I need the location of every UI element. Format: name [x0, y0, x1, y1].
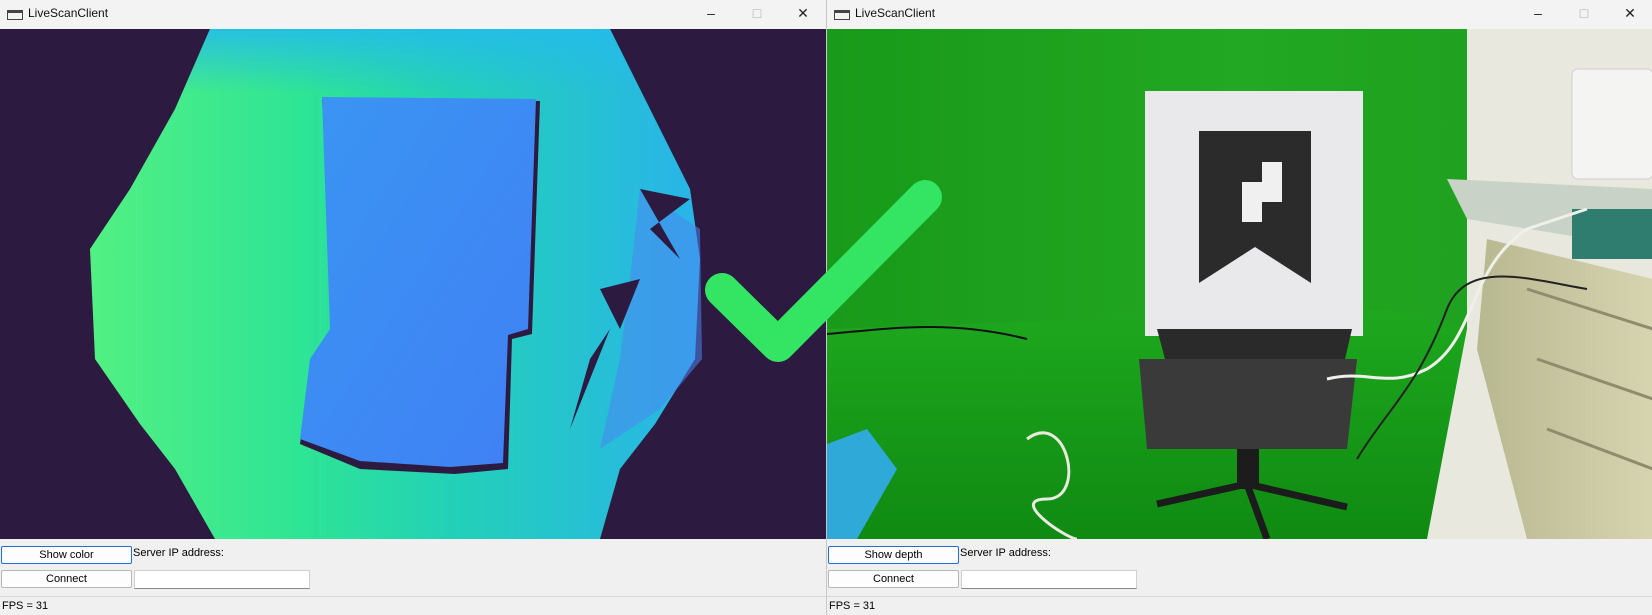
window-title: LiveScanClient: [855, 6, 936, 20]
app-icon: [7, 10, 23, 20]
color-view: [827, 29, 1652, 539]
show-color-button[interactable]: Show color: [1, 546, 132, 564]
fps-readout: FPS = 31: [2, 600, 49, 612]
office-chair: [1157, 329, 1352, 359]
show-depth-button[interactable]: Show depth: [828, 546, 959, 564]
connect-button[interactable]: Connect: [1, 570, 132, 588]
close-icon[interactable]: ✕: [1607, 0, 1652, 29]
server-ip-input[interactable]: [961, 570, 1137, 589]
status-bar: FPS = 31: [827, 596, 1652, 615]
server-ip-input[interactable]: [134, 570, 310, 589]
title-bar[interactable]: LiveScanClient – □ ✕: [827, 0, 1652, 29]
minimize-icon[interactable]: –: [1515, 0, 1561, 29]
fps-readout: FPS = 31: [829, 600, 876, 612]
connect-button[interactable]: Connect: [828, 570, 959, 588]
depth-chair-silhouette: [300, 97, 536, 467]
left-client-window: LiveScanClient – □ ✕ Show color Server I…: [0, 0, 826, 615]
status-bar: FPS = 31: [0, 596, 826, 615]
server-ip-label: Server IP address:: [133, 547, 224, 559]
window-title: LiveScanClient: [28, 6, 109, 20]
server-ip-label: Server IP address:: [960, 547, 1051, 559]
maximize-icon[interactable]: □: [1561, 0, 1607, 29]
title-bar[interactable]: LiveScanClient – □ ✕: [0, 0, 826, 29]
app-icon: [834, 10, 850, 20]
close-icon[interactable]: ✕: [780, 0, 826, 29]
minimize-icon[interactable]: –: [688, 0, 734, 29]
depth-view: [0, 29, 826, 539]
right-client-window: LiveScanClient – □ ✕ Show depth Server I…: [826, 0, 1652, 615]
maximize-icon[interactable]: □: [734, 0, 780, 29]
